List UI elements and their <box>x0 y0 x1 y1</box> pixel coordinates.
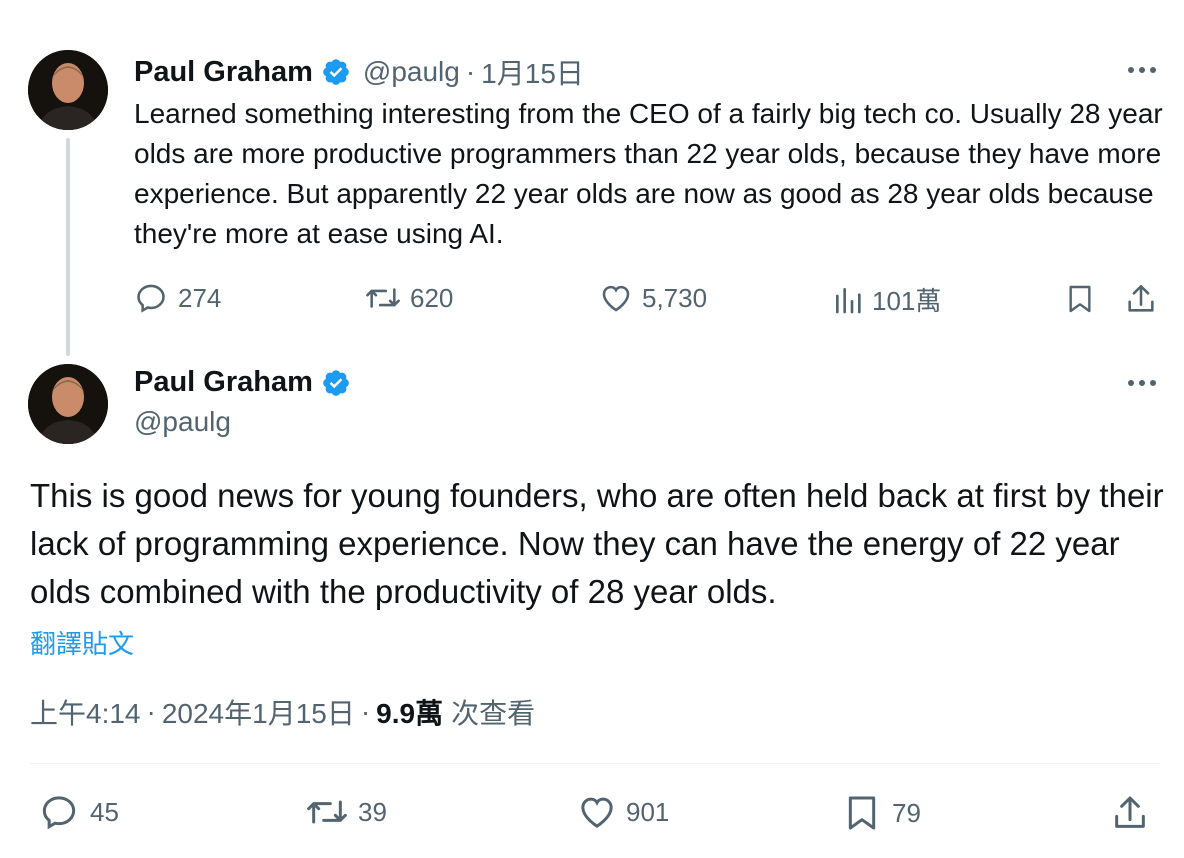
separator-dot: · <box>146 696 156 727</box>
more-options-icon[interactable] <box>1128 380 1156 386</box>
like-count: 5,730 <box>642 282 708 313</box>
repost-icon <box>307 800 347 824</box>
like-button[interactable]: 901 <box>576 792 669 832</box>
bookmark-button[interactable]: 79 <box>842 792 921 834</box>
reply-count: 274 <box>178 282 222 313</box>
analytics-icon <box>836 287 861 313</box>
like-button[interactable]: 5,730 <box>598 281 707 315</box>
share-button[interactable] <box>1110 792 1150 834</box>
share-icon <box>1128 284 1154 312</box>
author-name[interactable]: Paul Graham <box>134 366 313 399</box>
separator-dot: · <box>360 696 371 727</box>
heart-icon <box>581 797 613 828</box>
reply-button[interactable]: 45 <box>38 792 119 832</box>
tweet-text: This is good news for young founders, wh… <box>30 477 1164 610</box>
bookmark-count: 79 <box>892 797 921 828</box>
heart-icon <box>602 285 630 312</box>
author-avatar[interactable] <box>28 50 108 130</box>
tweet-date[interactable]: 2024年1月15日 <box>162 692 355 732</box>
reply-icon <box>137 284 165 313</box>
views-count: 9.9萬 <box>376 698 444 729</box>
bookmark-icon <box>848 796 876 830</box>
views-count: 101萬 <box>872 286 942 316</box>
tweet-time[interactable]: 上午4:14 <box>30 692 141 732</box>
repost-count: 39 <box>358 796 387 827</box>
author-avatar[interactable] <box>28 364 108 444</box>
share-button[interactable] <box>1124 281 1158 317</box>
repost-icon <box>366 288 400 308</box>
repost-button[interactable]: 620 <box>364 281 453 315</box>
separator-dot: · <box>465 56 476 87</box>
tweet-date[interactable]: 1月15日 <box>481 52 584 92</box>
reply-button[interactable]: 274 <box>134 281 221 315</box>
bookmark-icon <box>1069 285 1091 313</box>
like-count: 901 <box>626 796 670 827</box>
views-label: 次查看 <box>451 698 536 729</box>
repost-count: 620 <box>410 282 454 313</box>
bookmark-button[interactable] <box>1064 281 1096 317</box>
tweet-meta: 上午4:14 · 2024年1月15日 · 9.9萬 次查看 <box>30 692 535 732</box>
divider <box>30 763 1160 764</box>
author-name[interactable]: Paul Graham <box>134 56 313 89</box>
tweet1-header: Paul Graham @paulg · 1月15日 <box>134 52 584 92</box>
author-handle[interactable]: @paulg <box>134 406 231 438</box>
tweet-text: Learned something interesting from the C… <box>134 98 1163 249</box>
tweet2-header: Paul Graham <box>134 366 351 399</box>
views-button[interactable]: 101萬 <box>832 281 941 318</box>
translate-post-link[interactable]: 翻譯貼文 <box>30 624 134 661</box>
verified-badge-icon[interactable] <box>321 368 351 398</box>
author-handle[interactable]: @paulg <box>363 56 460 88</box>
more-options-icon[interactable] <box>1128 67 1156 73</box>
share-icon <box>1115 796 1145 828</box>
thread-connector-line <box>66 138 70 356</box>
repost-button[interactable]: 39 <box>304 792 387 832</box>
reply-icon <box>42 796 76 830</box>
verified-badge-icon[interactable] <box>321 57 351 87</box>
reply-count: 45 <box>90 796 119 827</box>
